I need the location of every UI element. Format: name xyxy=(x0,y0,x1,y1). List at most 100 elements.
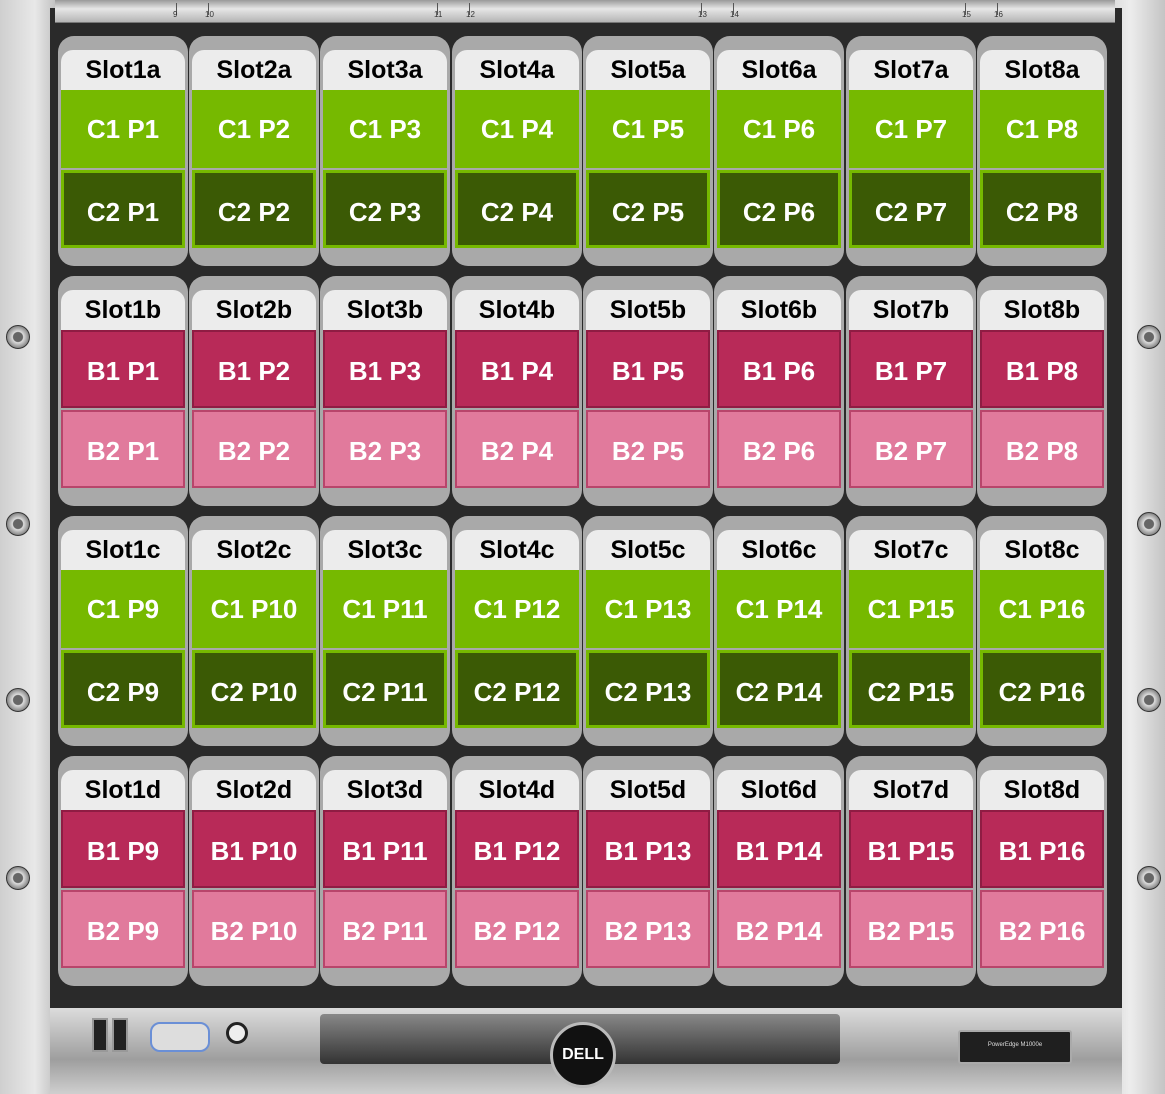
strip-number: 14 xyxy=(730,10,739,19)
slot-label: Slot8d xyxy=(980,770,1104,810)
port-cell[interactable]: B2 P8 xyxy=(980,410,1104,488)
port-cell[interactable]: C2 P14 xyxy=(717,650,841,728)
slot-label: Slot7a xyxy=(849,50,973,90)
port-cell[interactable]: C1 P4 xyxy=(455,90,579,168)
port-cell[interactable]: B2 P4 xyxy=(455,410,579,488)
slot-label: Slot6b xyxy=(717,290,841,330)
port-cell[interactable]: C2 P16 xyxy=(980,650,1104,728)
screw-right-2 xyxy=(1137,512,1161,536)
port-cell[interactable]: B2 P3 xyxy=(323,410,447,488)
slot-label: Slot4a xyxy=(455,50,579,90)
slot-label: Slot1b xyxy=(61,290,185,330)
strip-number: 16 xyxy=(994,10,1003,19)
slot-label: Slot5c xyxy=(586,530,710,570)
slot-label: Slot4c xyxy=(455,530,579,570)
port-cell[interactable]: C1 P6 xyxy=(717,90,841,168)
slot-label: Slot1d xyxy=(61,770,185,810)
port-cell[interactable]: B2 P9 xyxy=(61,890,185,968)
port-cell[interactable]: C1 P10 xyxy=(192,570,316,648)
port-cell[interactable]: B1 P15 xyxy=(849,810,973,888)
port-cell[interactable]: B2 P7 xyxy=(849,410,973,488)
strip-number: 10 xyxy=(205,10,214,19)
port-cell[interactable]: C2 P6 xyxy=(717,170,841,248)
port-cell[interactable]: C1 P5 xyxy=(586,90,710,168)
slot-label: Slot4b xyxy=(455,290,579,330)
screw-right-1 xyxy=(1137,325,1161,349)
port-cell[interactable]: B1 P1 xyxy=(61,330,185,408)
slot-label: Slot2d xyxy=(192,770,316,810)
slot-label: Slot7b xyxy=(849,290,973,330)
port-cell[interactable]: C1 P15 xyxy=(849,570,973,648)
port-cell[interactable]: B1 P2 xyxy=(192,330,316,408)
port-cell[interactable]: B1 P8 xyxy=(980,330,1104,408)
port-cell[interactable]: C1 P7 xyxy=(849,90,973,168)
port-cell[interactable]: B1 P14 xyxy=(717,810,841,888)
port-cell[interactable]: B2 P6 xyxy=(717,410,841,488)
screw-left-2 xyxy=(6,512,30,536)
port-cell[interactable]: B1 P3 xyxy=(323,330,447,408)
port-cell[interactable]: B1 P4 xyxy=(455,330,579,408)
port-cell[interactable]: B1 P7 xyxy=(849,330,973,408)
port-cell[interactable]: C2 P8 xyxy=(980,170,1104,248)
port-cell[interactable]: C2 P2 xyxy=(192,170,316,248)
vga-port-icon[interactable] xyxy=(150,1022,210,1052)
port-cell[interactable]: C2 P1 xyxy=(61,170,185,248)
port-cell[interactable]: B1 P5 xyxy=(586,330,710,408)
screw-right-4 xyxy=(1137,866,1161,890)
strip-number: 9 xyxy=(173,10,178,19)
slot-label: Slot6c xyxy=(717,530,841,570)
port-cell[interactable]: C2 P7 xyxy=(849,170,973,248)
port-cell[interactable]: C1 P1 xyxy=(61,90,185,168)
port-cell[interactable]: B1 P9 xyxy=(61,810,185,888)
slot-label: Slot5d xyxy=(586,770,710,810)
port-cell[interactable]: B2 P13 xyxy=(586,890,710,968)
port-cell[interactable]: C1 P3 xyxy=(323,90,447,168)
port-cell[interactable]: B2 P1 xyxy=(61,410,185,488)
port-cell[interactable]: B2 P2 xyxy=(192,410,316,488)
port-cell[interactable]: C1 P9 xyxy=(61,570,185,648)
port-cell[interactable]: C2 P3 xyxy=(323,170,447,248)
power-button[interactable] xyxy=(226,1022,248,1044)
port-cell[interactable]: C1 P12 xyxy=(455,570,579,648)
slot-label: Slot6d xyxy=(717,770,841,810)
port-cell[interactable]: C2 P12 xyxy=(455,650,579,728)
port-cell[interactable]: C2 P10 xyxy=(192,650,316,728)
port-cell[interactable]: C1 P2 xyxy=(192,90,316,168)
port-cell[interactable]: C2 P5 xyxy=(586,170,710,248)
slot-label: Slot2a xyxy=(192,50,316,90)
port-cell[interactable]: B1 P11 xyxy=(323,810,447,888)
port-cell[interactable]: C2 P13 xyxy=(586,650,710,728)
slot-label: Slot5b xyxy=(586,290,710,330)
port-cell[interactable]: B1 P12 xyxy=(455,810,579,888)
port-cell[interactable]: B2 P15 xyxy=(849,890,973,968)
port-cell[interactable]: B1 P6 xyxy=(717,330,841,408)
port-cell[interactable]: C2 P11 xyxy=(323,650,447,728)
strip-number: 15 xyxy=(962,10,971,19)
port-cell[interactable]: B2 P14 xyxy=(717,890,841,968)
slot-label: Slot6a xyxy=(717,50,841,90)
slot-label: Slot8c xyxy=(980,530,1104,570)
port-cell[interactable]: C2 P9 xyxy=(61,650,185,728)
port-cell[interactable]: B1 P10 xyxy=(192,810,316,888)
usb-port-icon[interactable] xyxy=(92,1018,108,1052)
port-cell[interactable]: B2 P10 xyxy=(192,890,316,968)
usb-port-icon[interactable] xyxy=(112,1018,128,1052)
port-cell[interactable]: B1 P13 xyxy=(586,810,710,888)
screw-right-3 xyxy=(1137,688,1161,712)
port-cell[interactable]: B2 P11 xyxy=(323,890,447,968)
port-cell[interactable]: C2 P4 xyxy=(455,170,579,248)
slot-label: Slot3d xyxy=(323,770,447,810)
port-cell[interactable]: B2 P12 xyxy=(455,890,579,968)
strip-number: 12 xyxy=(466,10,475,19)
model-plate: PowerEdge M1000e xyxy=(958,1030,1072,1064)
port-cell[interactable]: C1 P16 xyxy=(980,570,1104,648)
port-cell[interactable]: C1 P8 xyxy=(980,90,1104,168)
port-cell[interactable]: B2 P16 xyxy=(980,890,1104,968)
port-cell[interactable]: B1 P16 xyxy=(980,810,1104,888)
port-cell[interactable]: C2 P15 xyxy=(849,650,973,728)
port-cell[interactable]: B2 P5 xyxy=(586,410,710,488)
slot-label: Slot1c xyxy=(61,530,185,570)
port-cell[interactable]: C1 P14 xyxy=(717,570,841,648)
port-cell[interactable]: C1 P13 xyxy=(586,570,710,648)
port-cell[interactable]: C1 P11 xyxy=(323,570,447,648)
